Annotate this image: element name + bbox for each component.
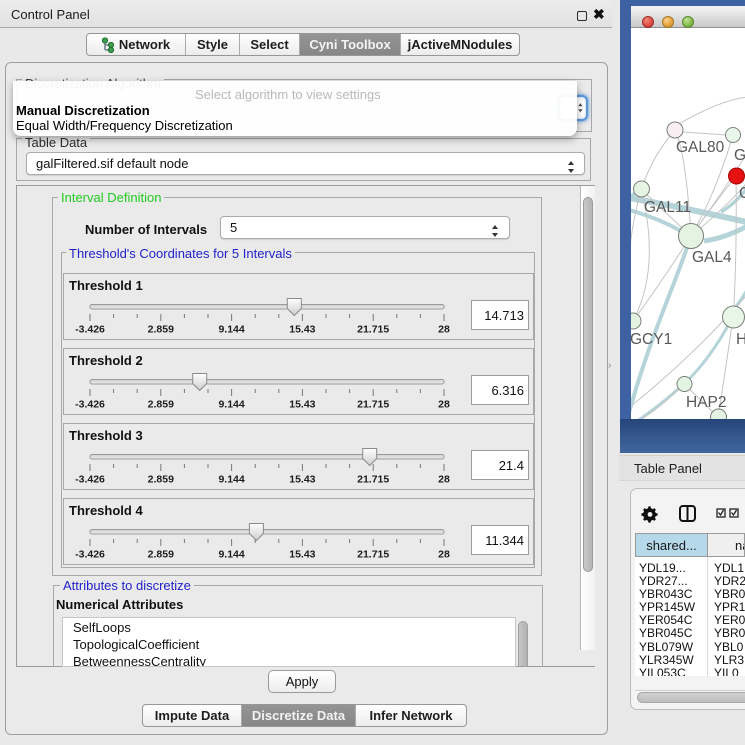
svg-text:2.859: 2.859: [148, 398, 174, 410]
svg-text:28: 28: [438, 323, 450, 335]
svg-text:HAP2: HAP2: [686, 394, 727, 411]
svg-text:15.43: 15.43: [289, 548, 315, 560]
svg-text:21.715: 21.715: [357, 398, 389, 410]
svg-text:-3.426: -3.426: [75, 323, 105, 335]
svg-text:C: C: [739, 185, 745, 202]
svg-text:21.715: 21.715: [357, 323, 389, 335]
svg-text:15.43: 15.43: [289, 323, 315, 335]
svg-text:28: 28: [438, 473, 450, 485]
svg-text:GAL80: GAL80: [676, 139, 725, 156]
svg-text:9.144: 9.144: [218, 473, 244, 485]
svg-text:-3.426: -3.426: [75, 548, 105, 560]
svg-text:GCY1: GCY1: [631, 331, 672, 348]
svg-text:28: 28: [438, 548, 450, 560]
svg-text:15.43: 15.43: [289, 398, 315, 410]
svg-text:9.144: 9.144: [218, 398, 244, 410]
svg-text:2.859: 2.859: [148, 323, 174, 335]
svg-text:2.859: 2.859: [148, 473, 174, 485]
svg-text:28: 28: [438, 398, 450, 410]
svg-text:9.144: 9.144: [218, 548, 244, 560]
svg-text:-3.426: -3.426: [75, 473, 105, 485]
svg-text:GAL4: GAL4: [692, 249, 732, 266]
svg-text:GA: GA: [734, 147, 745, 164]
svg-text:GAL11: GAL11: [644, 199, 691, 216]
svg-text:15.43: 15.43: [289, 473, 315, 485]
svg-text:2.859: 2.859: [148, 548, 174, 560]
svg-text:H: H: [736, 331, 745, 348]
svg-text:-3.426: -3.426: [75, 398, 105, 410]
svg-text:9.144: 9.144: [218, 323, 244, 335]
svg-text:21.715: 21.715: [357, 473, 389, 485]
svg-text:21.715: 21.715: [357, 548, 389, 560]
